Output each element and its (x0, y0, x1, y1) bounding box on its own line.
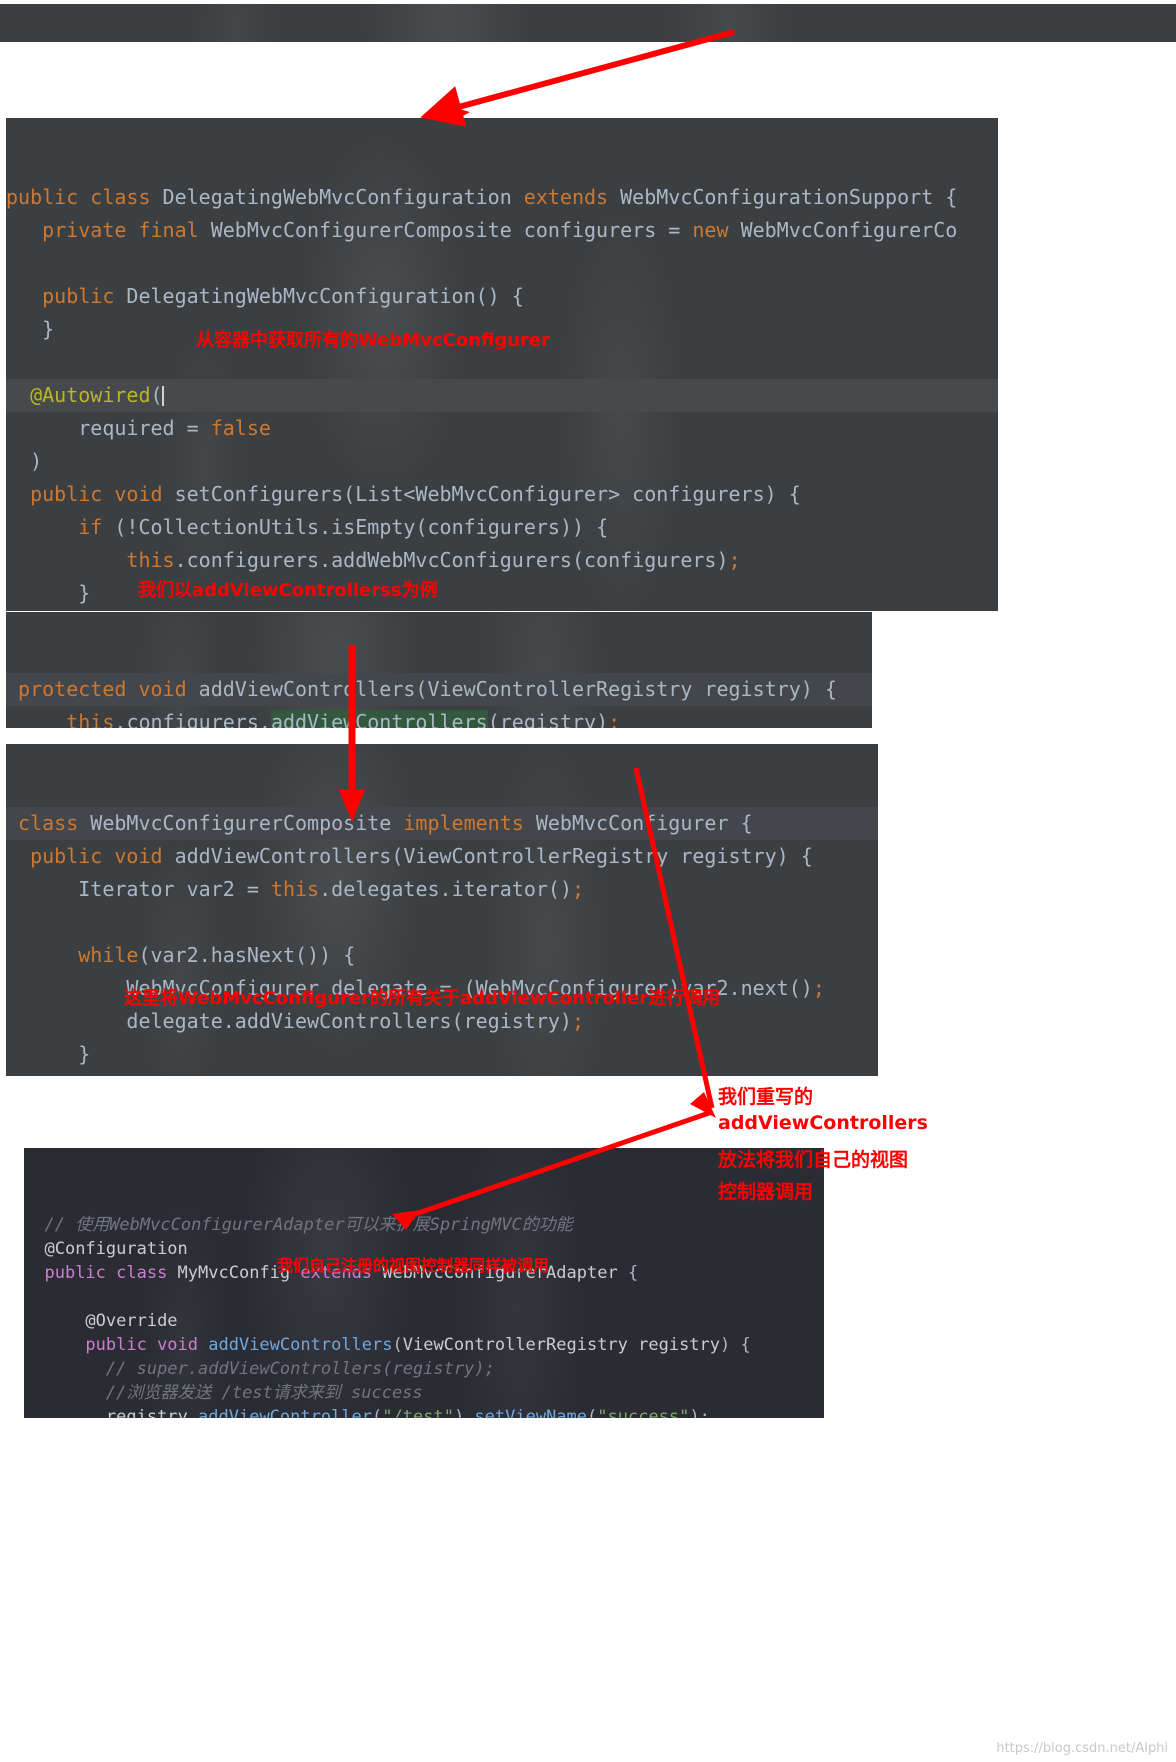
code-lines: protected void addViewControllers(ViewCo… (6, 673, 872, 728)
annotation-autowired-note: 从容器中获取所有的WebMvcConfigurer (196, 330, 551, 351)
annotation-override-note-line1: 我们重写的 (718, 1086, 814, 1108)
code-line: // 使用WebMvcConfigurerAdapter可以来扩展SpringM… (44, 1215, 573, 1235)
footer-watermark-url: https://blog.csdn.net/Alphi (996, 1741, 1168, 1756)
arrow-to-delegating (420, 29, 735, 127)
code-line: public DelegatingWebMvcConfiguration() { (42, 284, 524, 308)
annotation-override-note-line2: addViewControllers (718, 1112, 928, 1134)
code-line: public void addViewControllers(ViewContr… (85, 1335, 751, 1355)
code-line: // super.addViewControllers(registry); (105, 1359, 495, 1379)
annotation-registered-note: 我们自己注册的视图控制器同样被调用 (277, 1256, 550, 1275)
annotation-example-note: 我们以addViewControllerss为例 (138, 580, 438, 601)
code-line: @Autowired( (6, 379, 998, 412)
code-line: ) (30, 449, 43, 473)
code-block-webmvc-configurer-composite[interactable]: class WebMvcConfigurerComposite implemen… (6, 744, 878, 1076)
code-line: @Override (85, 1311, 178, 1331)
code-line: if (!CollectionUtils.isEmpty(configurers… (78, 515, 609, 539)
code-block-my-mvc-config[interactable]: // 使用WebMvcConfigurerAdapter可以来扩展SpringM… (24, 1148, 824, 1418)
code-line: Iterator var2 = this.delegates.iterator(… (78, 877, 585, 901)
code-line: } (78, 1042, 91, 1066)
code-line: public void addViewControllers(ViewContr… (30, 844, 813, 868)
code-lines: public class DelegatingWebMvcConfigurati… (6, 181, 998, 611)
background-watermark (0, 4, 1176, 42)
code-lines: class WebMvcConfigurerComposite implemen… (6, 807, 878, 1076)
code-block-enablewebmvc[interactable]: public static class EnableWebMvcConfigur… (0, 4, 1176, 42)
annotation-composite-note: 这里将WebMvcConfigurer的所有关于addViewControlle… (124, 988, 721, 1009)
code-line: this.configurers.addViewControllers(regi… (6, 706, 872, 728)
code-block-delegating-webmvc-configuration[interactable]: public class DelegatingWebMvcConfigurati… (6, 118, 998, 611)
code-line: this.configurers.addWebMvcConfigurers(co… (126, 548, 741, 572)
annotation-override-note-line3: 放法将我们自己的视图 (718, 1149, 909, 1171)
code-line: while(var2.hasNext()) { (78, 943, 356, 967)
text-caret (161, 386, 164, 406)
code-line: public void setConfigurers(List<WebMvcCo… (30, 482, 801, 506)
code-line: //浏览器发送 /test请求来到 success (105, 1383, 423, 1403)
code-line: public class DelegatingWebMvcConfigurati… (6, 185, 958, 209)
code-line: protected void addViewControllers(ViewCo… (6, 673, 872, 706)
code-line: registry.addViewController("/test").setV… (105, 1407, 710, 1418)
code-block-add-view-controllers[interactable]: protected void addViewControllers(ViewCo… (6, 612, 872, 728)
code-line: private final WebMvcConfigurerComposite … (42, 218, 958, 242)
code-lines: // 使用WebMvcConfigurerAdapter可以来扩展SpringM… (24, 1213, 824, 1418)
code-line: required = false (78, 416, 271, 440)
annotation-override-note-line4: 控制器调用 (718, 1181, 814, 1203)
code-line: class WebMvcConfigurerComposite implemen… (6, 807, 878, 840)
